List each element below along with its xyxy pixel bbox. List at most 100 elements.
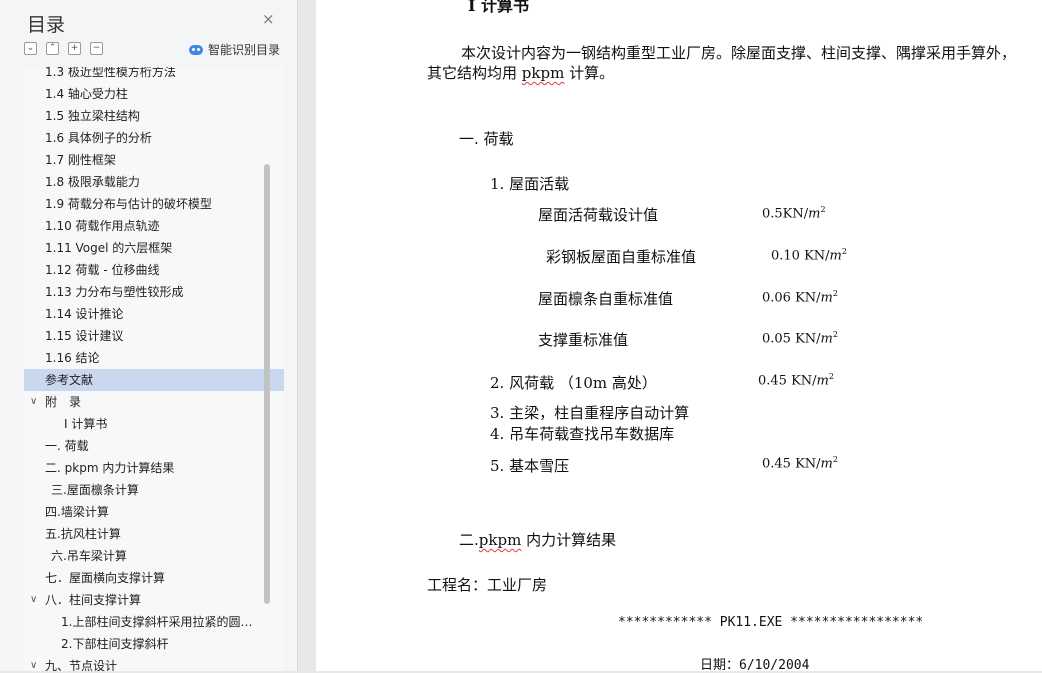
toc-item[interactable]: 一. 荷载: [24, 435, 284, 457]
collapse-all-icon[interactable]: ⌄: [24, 42, 37, 55]
toc-item-label: 2.下部柱间支撑斜杆: [61, 637, 169, 651]
toc-item-label: 1.上部柱间支撑斜杆采用拉紧的圆…: [61, 615, 253, 629]
remove-entry-icon[interactable]: −: [90, 42, 103, 55]
toc-item[interactable]: 1.6 具体例子的分析: [24, 127, 284, 149]
load-row-name: 屋面活荷载设计值: [538, 206, 659, 224]
toc-item-label: 1.6 具体例子的分析: [45, 131, 152, 145]
calc-date: 日期：6/10/2004: [700, 658, 810, 673]
toc-item-label: 六.吊车梁计算: [51, 549, 127, 563]
toc-item[interactable]: 二. pkpm 内力计算结果: [24, 457, 284, 479]
load-row-value: 0.10 KN/m2: [771, 247, 847, 264]
toc-title: 目录: [27, 14, 66, 36]
toc-item-label: 附 录: [45, 395, 82, 409]
toc-item[interactable]: 1.7 刚性框架: [24, 149, 284, 171]
load-row-name: 支撑重标准值: [538, 331, 629, 349]
toc-item[interactable]: ∨ 九、节点设计: [24, 655, 284, 671]
load-row-name: 屋面檩条自重标准值: [538, 290, 674, 308]
list-item-wind-load: 2. 风荷载 （10m 高处）: [490, 374, 657, 392]
toc-item[interactable]: 1.9 荷载分布与估计的破坏模型: [24, 193, 284, 215]
level-up-icon[interactable]: ⌃: [46, 42, 59, 55]
toc-item-label: 1.9 荷载分布与估计的破坏模型: [45, 197, 212, 211]
toc-item[interactable]: 1.11 Vogel 的六层框架: [24, 237, 284, 259]
toc-item-label: 1.5 独立梁柱结构: [45, 109, 140, 123]
toc-item[interactable]: 2.下部柱间支撑斜杆: [24, 633, 284, 655]
toc-item[interactable]: 六.吊车梁计算: [24, 545, 284, 567]
document-page: Ⅰ 计算书 本次设计内容为一钢结构重型工业厂房。除屋面支撑、柱间支撑、隅撑采用手…: [316, 0, 1042, 673]
add-entry-icon[interactable]: +: [68, 42, 81, 55]
wind-load-value: 0.45 KN/m2: [758, 372, 834, 389]
toc-item[interactable]: 1.上部柱间支撑斜杆采用拉紧的圆…: [24, 611, 284, 633]
toc-item[interactable]: 1.8 极限承载能力: [24, 171, 284, 193]
load-row-value: 0.05 KN/m2: [762, 330, 838, 347]
chevron-down-icon[interactable]: ∨: [30, 391, 37, 413]
close-icon[interactable]: ×: [262, 10, 275, 28]
section-load: 一. 荷载: [459, 130, 514, 148]
smart-toc-label: 智能识别目录: [208, 43, 281, 57]
toc-item-label: 1.12 荷载 - 位移曲线: [45, 263, 160, 277]
toc-item[interactable]: 七．屋面横向支撑计算: [24, 567, 284, 589]
toc-item[interactable]: ∨ 附 录: [24, 391, 284, 413]
toc-item[interactable]: 三.屋面檩条计算: [24, 479, 284, 501]
spellcheck-word[interactable]: pkpm: [522, 64, 565, 82]
section-heading: Ⅰ 计算书: [468, 0, 530, 15]
ai-robot-icon: [189, 44, 203, 55]
load-row-name: 彩钢板屋面自重标准值: [546, 248, 697, 266]
chevron-down-icon[interactable]: ∨: [30, 589, 37, 611]
toc-item[interactable]: ∨ 八．柱间支撑计算: [24, 589, 284, 611]
list-item-roof-live-load: 1. 屋面活载: [490, 175, 570, 193]
toc-item[interactable]: 1.15 设计建议: [24, 325, 284, 347]
toc-scrollbar-thumb[interactable]: [264, 164, 270, 604]
toc-item[interactable]: 1.12 荷载 - 位移曲线: [24, 259, 284, 281]
intro-text-suffix: 计算。: [564, 64, 615, 82]
load-row-value: 0.06 KN/m2: [762, 289, 838, 306]
program-banner: ************ PK11.EXE *****************: [618, 615, 924, 630]
snow-load-value: 0.45 KN/m2: [762, 455, 838, 472]
smart-toc-button[interactable]: 智能识别目录: [189, 41, 280, 58]
toc-item-label: 1.4 轴心受力柱: [45, 87, 128, 101]
chevron-down-icon[interactable]: ∨: [30, 655, 37, 671]
toc-item[interactable]: 参考文献: [24, 369, 284, 391]
toc-item-label: 1.10 荷载作用点轨迹: [45, 219, 160, 233]
list-item-self-weight: 3. 主梁，柱自重程序自动计算: [490, 404, 690, 422]
intro-paragraph-line1: 本次设计内容为一钢结构重型工业厂房。除屋面支撑、柱间支撑、隅撑采用手算外，: [461, 44, 1017, 62]
toc-item[interactable]: 1.16 结论: [24, 347, 284, 369]
toc-item[interactable]: 1.13 力分布与塑性铰形成: [24, 281, 284, 303]
toc-item-label: 三.屋面檩条计算: [51, 483, 139, 497]
toc-item[interactable]: 1.10 荷载作用点轨迹: [24, 215, 284, 237]
spellcheck-word[interactable]: pkpm: [479, 531, 522, 549]
toc-item-label: 参考文献: [45, 373, 94, 387]
toc-item-label: 八．柱间支撑计算: [45, 593, 142, 607]
toc-sidebar: 目录 × ⌄ ⌃ + − 智能识别目录 1.3 极近型性模方桁方法 1.4 轴心受…: [0, 0, 298, 671]
toc-item-label: 1.15 设计建议: [45, 329, 124, 343]
list-item-crane-load: 4. 吊车荷载查找吊车数据库: [490, 425, 675, 443]
toc-item-label: Ⅰ 计算书: [64, 417, 108, 431]
load-row-value: 0.5KN/m2: [762, 205, 826, 222]
toc-item[interactable]: 1.3 极近型性模方桁方法: [24, 67, 284, 83]
project-name: 工程名：工业厂房: [427, 576, 548, 594]
toc-item[interactable]: 四.墙梁计算: [24, 501, 284, 523]
toc-item-label: 二. pkpm 内力计算结果: [45, 461, 175, 475]
toc-item[interactable]: 五.抗风柱计算: [24, 523, 284, 545]
toc-item-label: 1.16 结论: [45, 351, 100, 365]
toc-item-label: 1.11 Vogel 的六层框架: [45, 241, 173, 255]
list-item-snow-load: 5. 基本雪压: [490, 457, 570, 475]
toc-item-label: 1.13 力分布与塑性铰形成: [45, 285, 184, 299]
toc-item-label: 四.墙梁计算: [45, 505, 109, 519]
toc-item-label: 五.抗风柱计算: [45, 527, 121, 541]
intro-text-prefix: 其它结构均用: [427, 64, 522, 82]
toc-item[interactable]: 1.14 设计推论: [24, 303, 284, 325]
toc-item[interactable]: 1.5 独立梁柱结构: [24, 105, 284, 127]
intro-paragraph-line2: 其它结构均用 pkpm 计算。: [427, 62, 614, 83]
toc-item-label: 九、节点设计: [45, 659, 118, 671]
toc-toolbar: ⌄ ⌃ + −: [24, 42, 103, 55]
toc-list: 1.3 极近型性模方桁方法 1.4 轴心受力柱 1.5 独立梁柱结构 1.6 具体例子…: [24, 67, 284, 671]
toc-item-label: 1.14 设计推论: [45, 307, 124, 321]
toc-item-label: 1.7 刚性框架: [45, 153, 116, 167]
toc-scrollbar[interactable]: [264, 67, 272, 671]
toc-item-label: 一. 荷载: [45, 439, 89, 453]
toc-item-label: 1.3 极近型性模方桁方法: [45, 67, 176, 79]
toc-item[interactable]: Ⅰ 计算书: [24, 413, 284, 435]
section-pkpm-results: 二.pkpm 内力计算结果: [459, 531, 617, 549]
toc-item[interactable]: 1.4 轴心受力柱: [24, 83, 284, 105]
toc-item-label: 七．屋面横向支撑计算: [45, 571, 166, 585]
